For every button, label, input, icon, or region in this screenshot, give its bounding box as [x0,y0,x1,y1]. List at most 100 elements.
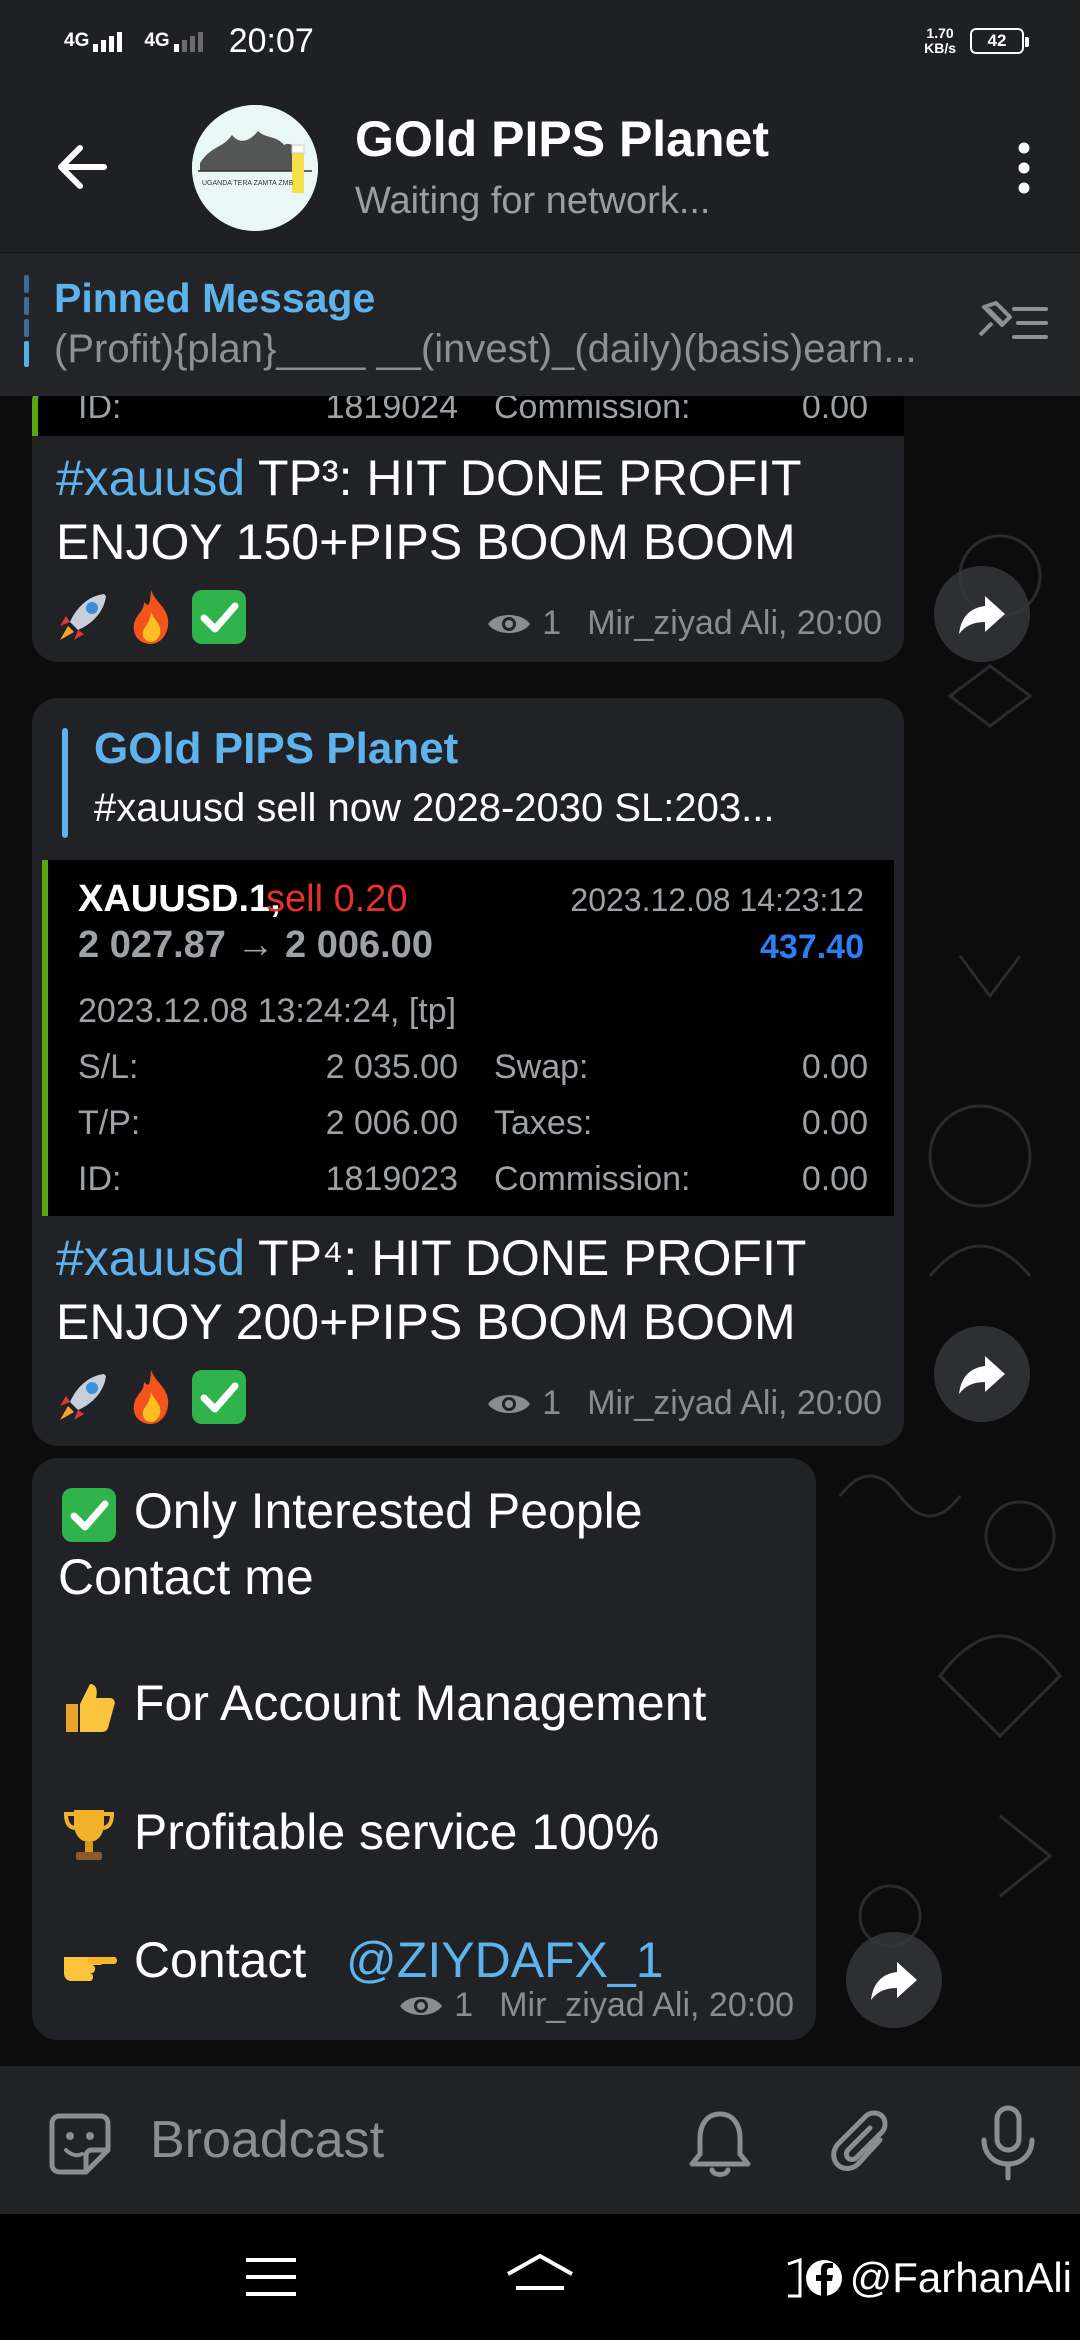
pinned-list-button[interactable] [974,295,1050,351]
sim2-label: 4G [144,30,170,51]
share-arrow-icon [871,1962,917,2000]
watermark: @FarhanAli [786,2254,1072,2302]
pinned-title: Pinned Message [54,275,376,321]
system-nav-bar: @FarhanAli [0,2214,1080,2340]
watermark-text: @FarhanAli [849,2254,1072,2301]
trade-prices: 2 027.87 → 2 006.00 [78,924,433,966]
pinned-text: (Profit){plan}____ __(invest)_(daily)(ba… [54,327,917,371]
pin-list-icon [978,301,1048,339]
shot-commission-label: Commission: [494,396,691,426]
trade-close-time: 2023.12.08 14:23:12 [570,882,864,918]
channel-status: Waiting for network... [355,180,711,222]
channel-title[interactable]: GOld PIPS Planet [355,110,769,168]
message-bubble[interactable]: GOld PIPS Planet #xauusd sell now 2028-2… [32,698,904,1446]
sticker-button[interactable] [42,2106,118,2182]
hashtag-link[interactable]: #xauusd [56,450,245,506]
message-line: Only Interested People [133,1483,643,1539]
message-line: ENJOY 150+PIPS BOOM BOOM [56,514,796,570]
network-speed-value: 1.70 [926,25,954,41]
trade-open-time: 2023.12.08 13:24:24, [tp] [78,992,457,1030]
thumbs-up-icon [66,1683,115,1732]
shot-id-value: 1819024 [325,396,458,426]
share-button[interactable] [934,566,1030,662]
swap-value: 0.00 [801,1048,868,1086]
bell-icon [689,2111,751,2177]
view-count: 1 [542,1384,562,1422]
recent-apps-button[interactable] [244,2254,298,2300]
channel-avatar[interactable]: UGANDA TERA ZAMTA ZMB [192,105,318,231]
share-arrow-icon [959,596,1005,634]
taxes-value: 0.00 [801,1104,868,1142]
message-line: For Account Management [133,1674,707,1731]
trade-screenshot[interactable]: XAUUSD.1, sell 0.20 2023.12.08 14:23:12 … [42,860,894,1216]
trade-side: sell 0.20 [266,878,408,920]
view-count: 1 [542,604,562,642]
microphone-icon [981,2105,1035,2181]
message-line: Contact me [58,1548,314,1605]
message-list[interactable]: ID: 1819024 Commission: 0.00 #xauusd TP³… [0,396,1080,2066]
tp-value: 2 006.00 [325,1104,458,1142]
taxes-label: Taxes: [494,1104,593,1142]
network-speed-unit: KB/s [924,40,956,56]
hashtag-link[interactable]: #xauusd [56,1230,245,1286]
trade-screenshot[interactable]: ID: 1819024 Commission: 0.00 [32,396,904,436]
fire-icon [133,590,169,644]
home-icon [507,2254,573,2290]
share-button[interactable] [846,1932,942,2028]
view-count: 1 [454,1986,474,2024]
message-bubble[interactable]: ID: 1819024 Commission: 0.00 #xauusd TP³… [32,396,904,662]
message-text: Only Interested People Contact me For Ac… [58,1480,706,1995]
emoji-row [52,1366,250,1428]
paperclip-icon [831,2110,888,2171]
sim2-signal-icon: 4G [144,30,203,52]
check-mark-icon [62,1487,116,1542]
shot-id-label: ID: [78,396,122,426]
trophy-icon [63,1810,115,1861]
id-value: 1819023 [325,1160,458,1198]
check-mark-icon [192,590,246,644]
more-vertical-icon [1018,142,1030,194]
svg-text:UGANDA TERA ZAMTA ZMB: UGANDA TERA ZAMTA ZMB [202,180,293,187]
network-speed: 1.70 KB/s [924,26,956,56]
voice-button[interactable] [972,2102,1044,2184]
sticker-icon [49,2113,111,2175]
fire-icon [133,1370,169,1424]
home-button[interactable] [504,2252,576,2302]
message-line: Profitable service 100% [133,1803,660,1860]
sim1-signal-icon: 4G [64,30,123,52]
author-time: Mir_ziyad Ali, 20:00 [587,1384,882,1422]
message-meta: 1 Mir_ziyad Ali, 20:00 [398,1986,794,2025]
forwarded-text: #xauusd sell now 2028-2030 SL:203... [94,786,775,830]
commission-label: Commission: [494,1160,691,1198]
author-time: Mir_ziyad Ali, 20:00 [499,1986,794,2024]
attach-button[interactable] [828,2106,898,2182]
commission-value: 0.00 [801,1160,868,1198]
rocket-icon [60,1374,106,1420]
pointing-right-icon [64,1957,117,1982]
message-text: #xauusd TP⁴: HIT DONE PROFIT ENJOY 200+P… [56,1226,806,1354]
battery-icon: 42 [970,28,1029,54]
check-mark-icon [192,1370,246,1424]
facebook-icon [787,2257,842,2298]
pinned-message-bar[interactable]: Pinned Message (Profit){plan}____ __(inv… [0,252,1080,396]
share-arrow-icon [959,1356,1005,1394]
sim1-label: 4G [64,30,90,51]
sl-label: S/L: [78,1048,139,1086]
pinned-indicator [24,275,29,375]
broadcast-input[interactable]: Broadcast [150,2110,384,2170]
share-button[interactable] [934,1326,1030,1422]
more-menu-button[interactable] [1004,138,1044,198]
chat-header: UGANDA TERA ZAMTA ZMB GOld PIPS Planet W… [0,82,1080,252]
contact-link[interactable]: @ZIYDAFX_1 [346,1932,664,1988]
forwarded-from[interactable]: GOld PIPS Planet [94,724,458,774]
shot-commission-value: 0.00 [801,396,868,426]
tp-label: T/P: [78,1104,141,1142]
rocket-icon [60,594,106,640]
trade-profit: 437.40 [760,928,864,966]
emoji-row [52,586,250,648]
status-time: 20:07 [228,21,314,60]
sl-value: 2 035.00 [325,1048,458,1086]
message-bubble[interactable]: Only Interested People Contact me For Ac… [32,1458,816,2040]
back-button[interactable] [52,137,112,197]
mute-button[interactable] [686,2106,754,2182]
